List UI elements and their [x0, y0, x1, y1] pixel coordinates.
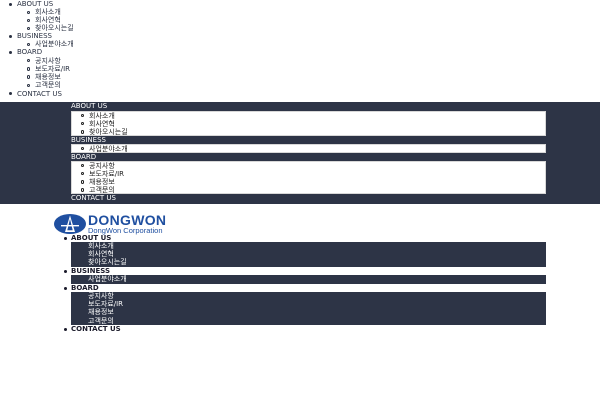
- nav-subitem[interactable]: 사업분야소개: [72, 145, 545, 153]
- nav-subitem[interactable]: 회사연혁: [71, 250, 546, 258]
- nav-item-business[interactable]: BUSINESS: [0, 32, 52, 40]
- nav-subitem[interactable]: 찾아오시는길: [0, 24, 74, 32]
- nav-subitem[interactable]: 찾아오시는길: [72, 128, 545, 136]
- nav-sublabel: 보도자료/IR: [89, 169, 125, 178]
- bullet-circle-icon: [27, 59, 31, 63]
- nav-subitem[interactable]: 공지사항: [72, 162, 545, 170]
- bullet-disc-icon: [64, 286, 67, 290]
- nav-sublabel: 찾아오시는길: [35, 24, 74, 32]
- bullet-disc-icon: [9, 34, 12, 38]
- nav-subitem[interactable]: 고객문의: [71, 317, 546, 325]
- nav-sublabel: 채용정보: [89, 177, 115, 186]
- nav-subitem[interactable]: 보도자료/IR: [0, 65, 70, 73]
- nav-subitem[interactable]: 회사소개: [71, 242, 546, 250]
- nav-subitem[interactable]: 찾아오시는길: [71, 258, 546, 266]
- submenu-box: 사업분야소개: [71, 143, 546, 153]
- nav-subitem[interactable]: 사업분야소개: [71, 275, 546, 283]
- bullet-circle-icon: [81, 113, 85, 118]
- nav-item-board[interactable]: BOARD: [71, 153, 96, 161]
- nav-item-contact-us[interactable]: CONTACT US: [71, 194, 116, 202]
- submenu-box: 공지사항 보도자료/IR 채용정보 고객문의: [71, 160, 546, 194]
- bullet-circle-icon: [27, 75, 31, 79]
- nav-sublabel: 공지사항: [35, 56, 61, 65]
- nav-subitem[interactable]: 채용정보: [72, 178, 545, 186]
- nav-item-business[interactable]: BUSINESS: [64, 267, 111, 275]
- nav-subitem[interactable]: 공지사항: [71, 292, 546, 300]
- nav-sublabel: 회사연혁: [89, 119, 115, 128]
- nav-sublabel: 회사소개: [35, 8, 61, 16]
- nav-subitem[interactable]: 고객문의: [72, 186, 545, 194]
- nav-item-contact-us[interactable]: CONTACT US: [0, 90, 62, 98]
- nav-label: CONTACT US: [17, 89, 62, 98]
- bullet-disc-icon: [9, 2, 12, 6]
- bullet-disc-icon: [64, 327, 67, 331]
- submenu-box: 사업분야소개: [71, 275, 546, 284]
- nav-subitem[interactable]: 고객문의: [0, 81, 61, 89]
- dongwon-logo[interactable]: DONGWON DongWon Corporation: [53, 212, 173, 236]
- nav-sublabel: 보도자료/IR: [35, 64, 71, 73]
- nav-item-about-us[interactable]: ABOUT US: [64, 234, 112, 242]
- nav-item-contact-us[interactable]: CONTACT US: [64, 325, 121, 333]
- nav-subitem[interactable]: 채용정보: [71, 308, 546, 316]
- bullet-circle-icon: [81, 130, 85, 134]
- bullet-circle-icon: [81, 163, 85, 168]
- nav-sublabel: 고객문의: [35, 81, 61, 90]
- bullet-circle-icon: [27, 18, 31, 22]
- nav-label: BOARD: [17, 48, 43, 56]
- nav-label: ABOUT US: [17, 0, 54, 8]
- nav-subitem[interactable]: 공지사항: [0, 57, 61, 65]
- nav-sublabel: 회사연혁: [35, 16, 61, 24]
- nav-subitem[interactable]: 채용정보: [0, 73, 61, 81]
- dark-nav-band: ABOUT US 회사소개 회사연혁 찾아오시는길 BUSINESS 사업분야소…: [0, 102, 600, 204]
- nav-item-about-us[interactable]: ABOUT US: [0, 0, 53, 8]
- nav-item-about-us[interactable]: ABOUT US: [71, 102, 107, 110]
- bullet-circle-icon: [81, 146, 85, 151]
- bullet-circle-icon: [27, 83, 31, 88]
- bullet-circle-icon: [81, 122, 85, 126]
- nav-label: BUSINESS: [71, 267, 111, 275]
- nav-item-board[interactable]: BOARD: [0, 48, 42, 56]
- bullet-disc-icon: [9, 92, 12, 95]
- nav-label: BUSINESS: [17, 32, 52, 40]
- nav-subitem[interactable]: 회사연혁: [0, 16, 61, 24]
- nav-label: ABOUT US: [71, 234, 112, 242]
- bullet-circle-icon: [81, 172, 85, 176]
- bullet-circle-icon: [27, 26, 31, 30]
- nav-label: CONTACT US: [71, 325, 121, 333]
- bullet-circle-icon: [27, 10, 31, 14]
- nav-sublabel: 채용정보: [35, 72, 61, 81]
- submenu-box: 회사소개 회사연혁 찾아오시는길: [71, 110, 546, 136]
- dongwon-emblem-icon: [54, 214, 86, 234]
- nav-subitem[interactable]: 회사소개: [72, 112, 545, 120]
- nav-sublabel: 회사소개: [89, 111, 115, 120]
- nav-sublabel: 공지사항: [89, 161, 115, 170]
- nav-subitem[interactable]: 회사연혁: [72, 120, 545, 128]
- bullet-circle-icon: [27, 67, 31, 71]
- bullet-disc-icon: [9, 50, 12, 54]
- nav-subitem[interactable]: 사업분야소개: [0, 40, 74, 48]
- bullet-disc-icon: [64, 236, 67, 240]
- nav-subitem[interactable]: 회사소개: [0, 8, 61, 16]
- nav-item-board[interactable]: BOARD: [64, 284, 99, 292]
- nav-subitem[interactable]: 보도자료/IR: [72, 170, 545, 178]
- brand-wordmark: DONGWON: [88, 212, 167, 228]
- nav-sublabel: 사업분야소개: [35, 40, 74, 48]
- bullet-circle-icon: [81, 180, 85, 184]
- nav-sublabel: 사업분야소개: [89, 144, 128, 153]
- bullet-disc-icon: [64, 269, 67, 273]
- nav-item-business[interactable]: BUSINESS: [71, 136, 106, 144]
- nav-label: BOARD: [71, 284, 99, 292]
- submenu-box: 공지사항 보도자료/IR 채용정보 고객문의: [71, 292, 546, 325]
- submenu-box: 회사소개 회사연혁 찾아오시는길: [71, 242, 546, 267]
- bullet-circle-icon: [27, 42, 31, 46]
- bullet-circle-icon: [81, 188, 85, 192]
- nav-subitem[interactable]: 보도자료/IR: [71, 300, 546, 308]
